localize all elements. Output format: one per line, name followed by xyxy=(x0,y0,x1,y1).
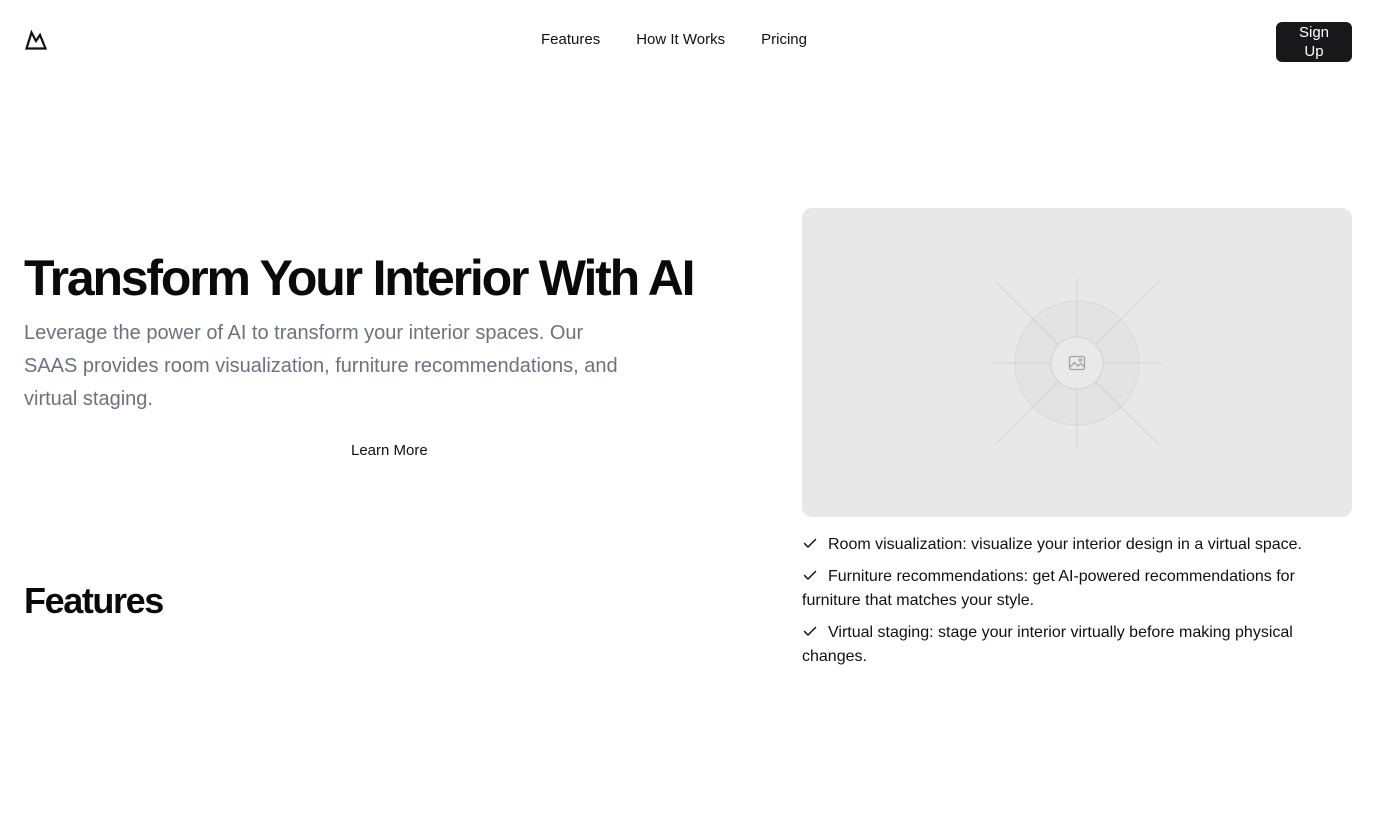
check-icon xyxy=(803,626,817,636)
feature-item-virtual-staging: Virtual staging: stage your interior vir… xyxy=(802,621,1352,669)
check-icon xyxy=(803,570,817,580)
feature-item-room-visualization: Room visualization: visualize your inter… xyxy=(802,533,1352,557)
feature-item-text: Room visualization: visualize your inter… xyxy=(828,536,1302,553)
hero-title: Transform Your Interior With AI xyxy=(24,250,696,306)
main-nav: Features How It Works Pricing xyxy=(541,31,807,49)
hero-image-placeholder xyxy=(802,208,1352,517)
hero-subtitle: Leverage the power of AI to transform yo… xyxy=(24,322,618,410)
features-heading: Features xyxy=(24,580,164,621)
feature-item-text: Virtual staging: stage your interior vir… xyxy=(802,624,1293,665)
feature-item-furniture-recommendations: Furniture recommendations: get AI-powere… xyxy=(802,565,1352,613)
image-placeholder-graphic xyxy=(992,278,1162,448)
learn-more-link[interactable]: Learn More xyxy=(351,442,428,459)
nav-link-pricing[interactable]: Pricing xyxy=(761,31,807,49)
feature-item-text: Furniture recommendations: get AI-powere… xyxy=(802,568,1295,609)
features-list: Room visualization: visualize your inter… xyxy=(802,533,1352,677)
check-icon xyxy=(803,538,817,548)
mountain-logo-icon[interactable] xyxy=(24,28,48,52)
top-navbar: Features How It Works Pricing Sign Up xyxy=(0,0,1376,80)
nav-link-how-it-works[interactable]: How It Works xyxy=(636,31,725,49)
sign-up-button[interactable]: Sign Up xyxy=(1276,22,1352,62)
nav-link-features[interactable]: Features xyxy=(541,31,600,49)
